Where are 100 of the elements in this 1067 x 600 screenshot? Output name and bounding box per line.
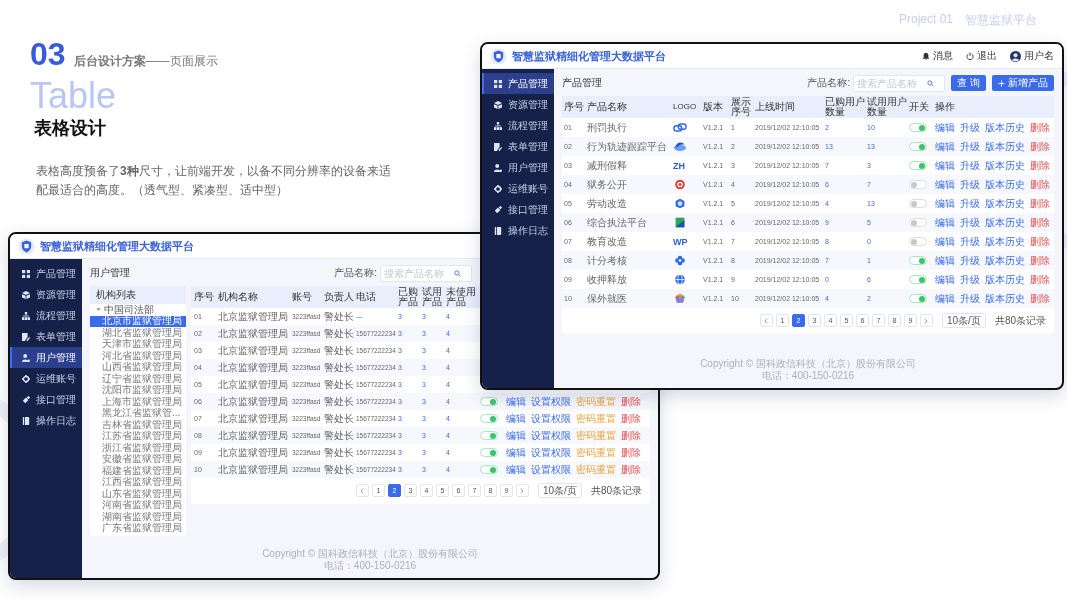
delete-link[interactable]: 删除 [1030,158,1050,173]
upgrade-link[interactable]: 升级 [960,196,980,211]
toggle-switch[interactable] [909,142,927,151]
edit-link[interactable]: 编辑 [935,272,955,287]
edit-link[interactable]: 编辑 [935,253,955,268]
sidebar-item[interactable]: 表单管理 [10,326,82,347]
upgrade-link[interactable]: 升级 [960,120,980,135]
edit-link[interactable]: 编辑 [935,215,955,230]
sidebar-item[interactable]: 表单管理 [482,136,554,157]
sidebar-item[interactable]: 产品管理 [482,73,554,94]
edit-link[interactable]: 编辑 [935,158,955,173]
toggle-switch[interactable] [909,161,927,170]
sidebar-item[interactable]: 接口管理 [482,199,554,220]
tree-item[interactable]: 浙江省监狱管理局 [90,442,186,454]
edit-link[interactable]: 编辑 [506,462,526,477]
toggle-switch[interactable] [909,199,927,208]
edit-link[interactable]: 编辑 [935,196,955,211]
edit-link[interactable]: 编辑 [935,139,955,154]
edit-link[interactable]: 编辑 [935,234,955,249]
tree-item[interactable]: 江苏省监狱管理局 [90,430,186,442]
delete-link[interactable]: 删除 [1030,139,1050,154]
sidebar-item[interactable]: 资源管理 [482,94,554,115]
delete-link[interactable]: 删除 [1030,215,1050,230]
sidebar-item[interactable]: 操作日志 [482,220,554,241]
messages-button[interactable]: 消息 [922,49,953,63]
toggle-switch[interactable] [480,431,498,440]
upgrade-link[interactable]: 升级 [960,177,980,192]
sidebar-item[interactable]: 资源管理 [10,284,82,305]
tree-item[interactable]: 中国司法部 [90,304,186,316]
delete-link[interactable]: 删除 [1030,120,1050,135]
delete-link[interactable]: 删除 [1030,272,1050,287]
toggle-switch[interactable] [480,448,498,457]
tree-item[interactable]: 山西省监狱管理局 [90,361,186,373]
sidebar-item[interactable]: 产品管理 [10,263,82,284]
history-link[interactable]: 版本历史 [985,158,1025,173]
add-product-button[interactable]: 新增产品 [992,75,1054,91]
sidebar-item[interactable]: 流程管理 [482,115,554,136]
tree-item[interactable]: 广东省监狱管理局 [90,522,186,534]
delete-link[interactable]: 删除 [1030,234,1050,249]
permissions-link[interactable]: 设置权限 [531,394,571,409]
permissions-link[interactable]: 设置权限 [531,462,571,477]
tree-item[interactable]: 湖南省监狱管理局 [90,511,186,523]
delete-link[interactable]: 删除 [1030,196,1050,211]
edit-link[interactable]: 编辑 [506,394,526,409]
toggle-switch[interactable] [909,275,927,284]
history-link[interactable]: 版本历史 [985,272,1025,287]
history-link[interactable]: 版本历史 [985,291,1025,306]
toggle-switch[interactable] [909,294,927,303]
sidebar-item[interactable]: 用户管理 [10,347,82,368]
delete-link[interactable]: 删除 [621,445,641,460]
search-button[interactable]: 查 询 [951,75,986,91]
sidebar-item[interactable]: 操作日志 [10,410,82,431]
delete-link[interactable]: 删除 [621,411,641,426]
sidebar-item[interactable]: 运维账号 [10,368,82,389]
delete-link[interactable]: 删除 [621,428,641,443]
upgrade-link[interactable]: 升级 [960,139,980,154]
permissions-link[interactable]: 设置权限 [531,445,571,460]
edit-link[interactable]: 编辑 [935,120,955,135]
delete-link[interactable]: 删除 [1030,291,1050,306]
user-menu-button[interactable]: 用户名 [1010,49,1054,63]
tree-item[interactable]: 上海市监狱管理局 [90,396,186,408]
tree-item[interactable]: 安徽省监狱管理局 [90,453,186,465]
previous-page-button[interactable] [759,314,773,327]
edit-link[interactable]: 编辑 [506,428,526,443]
delete-link[interactable]: 删除 [1030,177,1050,192]
next-page-button[interactable] [515,484,529,497]
tree-item[interactable]: 湖北省监狱管理局 [90,327,186,339]
previous-page-button[interactable] [355,484,369,497]
delete-link[interactable]: 删除 [1030,253,1050,268]
toggle-switch[interactable] [909,218,927,227]
tree-item[interactable]: 福建省监狱管理局 [90,465,186,477]
toggle-switch[interactable] [909,180,927,189]
toggle-switch[interactable] [909,237,927,246]
sidebar-item[interactable]: 用户管理 [482,157,554,178]
toggle-switch[interactable] [909,123,927,132]
history-link[interactable]: 版本历史 [985,253,1025,268]
tree-item[interactable]: 吉林省监狱管理局 [90,419,186,431]
tree-item[interactable]: 北京市监狱管理局 [90,315,186,327]
edit-link[interactable]: 编辑 [935,291,955,306]
tree-item[interactable]: 山东省监狱管理局 [90,488,186,500]
sidebar-item[interactable]: 流程管理 [10,305,82,326]
next-page-button[interactable] [919,314,933,327]
edit-link[interactable]: 编辑 [935,177,955,192]
history-link[interactable]: 版本历史 [985,177,1025,192]
tree-item[interactable]: 沈阳市监狱管理局 [90,384,186,396]
page-size-select[interactable]: 10条/页 [537,483,582,498]
delete-link[interactable]: 删除 [621,394,641,409]
upgrade-link[interactable]: 升级 [960,253,980,268]
tree-item[interactable]: 江西省监狱管理局 [90,476,186,488]
toggle-switch[interactable] [480,414,498,423]
edit-link[interactable]: 编辑 [506,445,526,460]
sidebar-item[interactable]: 运维账号 [482,178,554,199]
tree-item[interactable]: 天津市监狱管理局 [90,338,186,350]
upgrade-link[interactable]: 升级 [960,215,980,230]
toggle-switch[interactable] [909,256,927,265]
history-link[interactable]: 版本历史 [985,196,1025,211]
upgrade-link[interactable]: 升级 [960,272,980,287]
logout-button[interactable]: 退出 [966,49,997,63]
history-link[interactable]: 版本历史 [985,120,1025,135]
toggle-switch[interactable] [480,465,498,474]
